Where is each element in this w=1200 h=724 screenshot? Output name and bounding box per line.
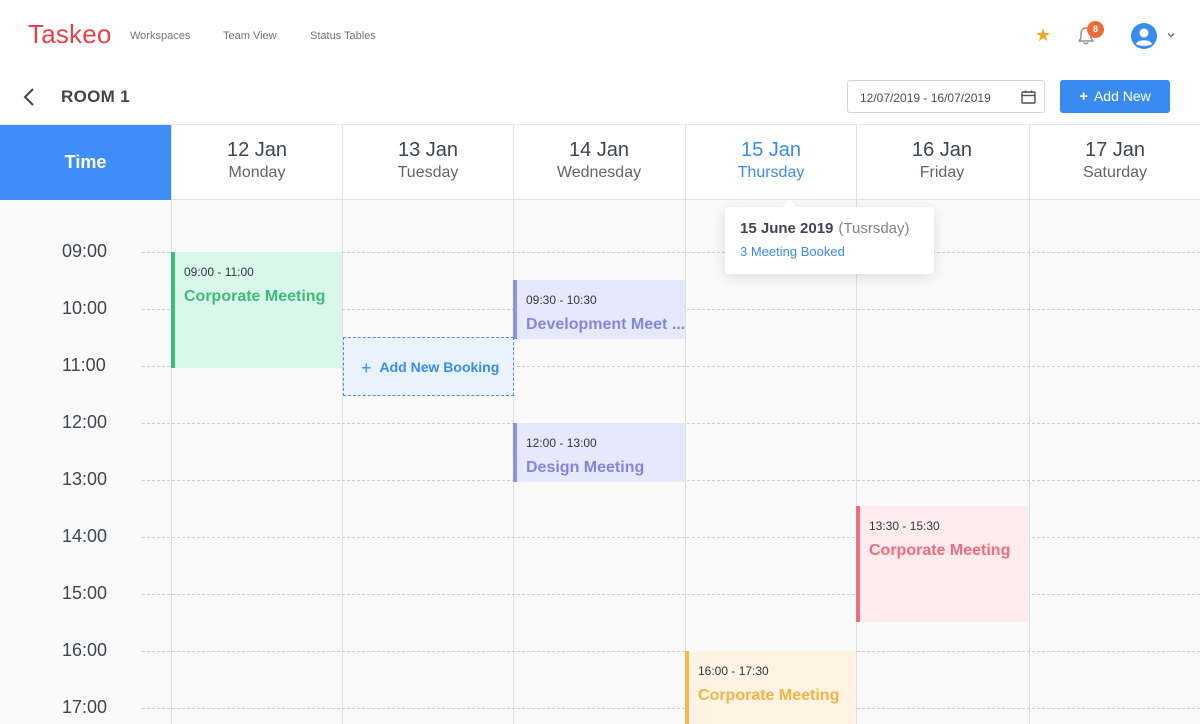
day-weekday: Friday xyxy=(919,164,965,181)
event-card[interactable]: 09:30 - 10:30 Development Meet ... xyxy=(513,280,685,339)
plus-icon: + xyxy=(361,358,372,378)
day-header-saturday[interactable]: 17 Jan Saturday xyxy=(1029,125,1200,200)
day-weekday: Monday xyxy=(228,164,286,181)
star-icon[interactable]: ★ xyxy=(1035,25,1051,45)
add-booking-slot[interactable]: + Add New Booking xyxy=(343,337,514,396)
event-title: Development Meet ... xyxy=(526,316,685,333)
time-label: 13:00 xyxy=(62,469,108,489)
day-header-row: Time 12 Jan Monday 13 Jan Tuesday 14 Jan… xyxy=(0,124,1200,200)
room-title: ROOM 1 xyxy=(61,87,130,106)
nav-team-view[interactable]: Team View xyxy=(223,30,277,42)
room-header: ROOM 1 12/07/2019 - 16/07/2019 + Add New xyxy=(0,70,1200,124)
add-booking-label: Add New Booking xyxy=(379,359,500,375)
time-label: 09:00 xyxy=(62,241,108,261)
event-title: Corporate Meeting xyxy=(869,542,1011,559)
notification-badge: 8 xyxy=(1087,21,1104,38)
time-label: 10:00 xyxy=(62,298,108,318)
time-label: 12:00 xyxy=(62,412,108,432)
top-navbar: Taskeo Workspaces Team View Status Table… xyxy=(0,0,1200,70)
event-title: Design Meeting xyxy=(526,459,645,476)
event-time: 16:00 - 17:30 xyxy=(698,664,769,678)
time-column-header: Time xyxy=(0,125,171,200)
date-range-picker[interactable]: 12/07/2019 - 16/07/2019 xyxy=(847,80,1045,113)
time-label: 14:00 xyxy=(62,526,108,546)
nav-status-tables[interactable]: Status Tables xyxy=(310,30,376,42)
add-new-button[interactable]: + Add New xyxy=(1060,80,1170,113)
nav-workspaces[interactable]: Workspaces xyxy=(130,30,190,42)
event-time: 12:00 - 13:00 xyxy=(526,436,597,450)
day-header-friday[interactable]: 16 Jan Friday xyxy=(856,125,1027,200)
tooltip-weekday: (Tusrsday) xyxy=(838,220,910,237)
day-header-tuesday[interactable]: 13 Jan Tuesday xyxy=(342,125,513,200)
chevron-down-icon[interactable] xyxy=(1166,31,1176,39)
day-date: 15 Jan xyxy=(740,139,802,161)
day-weekday: Thursday xyxy=(737,164,805,181)
day-weekday: Saturday xyxy=(1082,164,1148,181)
plus-icon: + xyxy=(1079,88,1088,105)
day-date: 16 Jan xyxy=(911,139,973,161)
add-new-label: Add New xyxy=(1093,88,1151,104)
back-arrow-icon[interactable] xyxy=(22,86,36,108)
event-card[interactable]: 09:00 - 11:00 Corporate Meeting xyxy=(171,252,342,368)
day-weekday: Tuesday xyxy=(397,164,459,181)
event-title: Corporate Meeting xyxy=(698,687,840,704)
event-card[interactable]: 13:30 - 15:30 Corporate Meeting xyxy=(856,506,1029,622)
day-weekday: Wednesday xyxy=(556,164,642,181)
event-title: Corporate Meeting xyxy=(184,288,326,305)
hour-gridline xyxy=(142,651,1200,652)
day-header-monday[interactable]: 12 Jan Monday xyxy=(171,125,342,200)
column-divider xyxy=(856,200,857,724)
time-label: 17:00 xyxy=(62,697,108,717)
calendar-icon[interactable] xyxy=(1021,90,1036,104)
date-range-value: 12/07/2019 - 16/07/2019 xyxy=(860,91,991,105)
user-avatar-icon[interactable] xyxy=(1131,23,1157,49)
column-divider xyxy=(685,200,686,724)
tooltip-meeting-count[interactable]: 3 Meeting Booked xyxy=(740,244,934,259)
day-date: 14 Jan xyxy=(568,139,630,161)
hour-gridline xyxy=(142,708,1200,709)
event-card[interactable]: 12:00 - 13:00 Design Meeting xyxy=(513,423,685,482)
day-summary-tooltip: 15 June 2019 (Tusrsday) 3 Meeting Booked xyxy=(725,200,934,274)
day-date: 17 Jan xyxy=(1084,139,1146,161)
event-time: 13:30 - 15:30 xyxy=(869,519,940,533)
event-time: 09:00 - 11:00 xyxy=(184,265,254,279)
time-label: 16:00 xyxy=(62,640,108,660)
day-date: 13 Jan xyxy=(397,139,459,161)
app-logo[interactable]: Taskeo xyxy=(28,19,112,50)
tooltip-date: 15 June 2019 xyxy=(740,220,834,237)
hour-gridline xyxy=(142,594,1200,595)
column-divider xyxy=(342,200,343,724)
time-label: 15:00 xyxy=(62,583,108,603)
day-header-thursday[interactable]: 15 Jan Thursday xyxy=(685,125,856,200)
event-time: 09:30 - 10:30 xyxy=(526,293,597,307)
column-divider xyxy=(1029,200,1030,724)
hour-gridline xyxy=(142,537,1200,538)
time-label: 11:00 xyxy=(62,355,106,375)
calendar-grid[interactable]: 09:00 10:00 11:00 12:00 13:00 14:00 15:0… xyxy=(0,200,1200,724)
day-date: 12 Jan xyxy=(226,139,288,161)
event-card[interactable]: 16:00 - 17:30 Corporate Meeting xyxy=(685,651,856,724)
day-header-wednesday[interactable]: 14 Jan Wednesday xyxy=(513,125,684,200)
